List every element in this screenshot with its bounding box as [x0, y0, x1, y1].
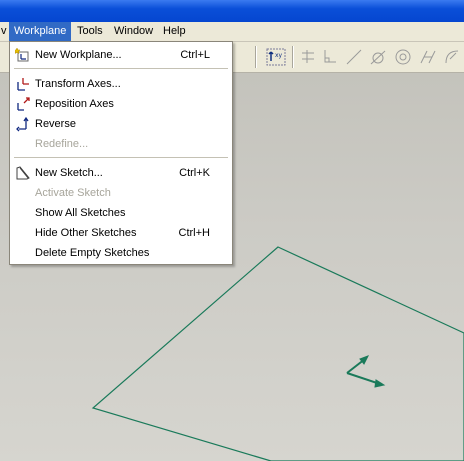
new-workplane-icon — [15, 47, 29, 62]
menu-window[interactable]: Window — [109, 22, 158, 41]
toolbar-separator — [292, 46, 294, 68]
menu-item-delete-empty-sketches[interactable]: Delete Empty Sketches — [10, 243, 232, 263]
menu-item-reposition-axes[interactable]: Reposition Axes — [10, 94, 232, 114]
svg-text:xy: xy — [275, 52, 283, 59]
menu-item-redefine: Redefine... — [35, 138, 89, 150]
workplane-outline — [91, 246, 464, 461]
menu-item-activate-sketch: Activate Sketch — [35, 187, 111, 199]
workplane-axes-icon[interactable]: xy — [266, 47, 286, 67]
menu-workplane[interactable]: Workplane — [9, 22, 72, 41]
concentric-constraint-icon[interactable] — [393, 47, 413, 67]
menu-item-new-sketch[interactable]: New Sketch... Ctrl+K — [10, 163, 232, 183]
workplane-menu-dropdown: New Workplane... Ctrl+L Transform Axes..… — [9, 41, 233, 265]
menu-item-show-all-sketches[interactable]: Show All Sketches — [10, 203, 232, 223]
parallel-constraint-icon[interactable] — [298, 47, 318, 67]
menu-item-transform-axes[interactable]: Transform Axes... — [10, 74, 232, 94]
window-title-bar — [0, 0, 464, 22]
menu-bar: v Workplane Tools Window Help — [0, 22, 464, 42]
arc-tool-icon[interactable] — [442, 47, 462, 67]
tangent-constraint-icon[interactable] — [368, 47, 388, 67]
line-tool-icon[interactable] — [344, 47, 364, 67]
toolbar-separator — [255, 46, 257, 68]
new-sketch-icon — [16, 166, 30, 180]
reverse-icon — [16, 116, 29, 132]
menu-separator — [14, 157, 228, 158]
reposition-axes-icon — [17, 97, 30, 111]
workplane-axes-glyph — [346, 355, 386, 388]
menu-help[interactable]: Help — [158, 22, 191, 41]
perpendicular-constraint-icon[interactable] — [320, 47, 340, 67]
menu-tools[interactable]: Tools — [72, 22, 108, 41]
menu-item-hide-other-sketches[interactable]: Hide Other Sketches Ctrl+H — [10, 223, 232, 243]
menu-separator — [14, 68, 228, 69]
menu-item-reverse[interactable]: Reverse — [10, 114, 232, 134]
menu-item-new-workplane[interactable]: New Workplane... Ctrl+L — [10, 45, 232, 65]
transform-axes-icon — [17, 78, 29, 91]
symmetry-constraint-icon[interactable] — [418, 47, 438, 67]
